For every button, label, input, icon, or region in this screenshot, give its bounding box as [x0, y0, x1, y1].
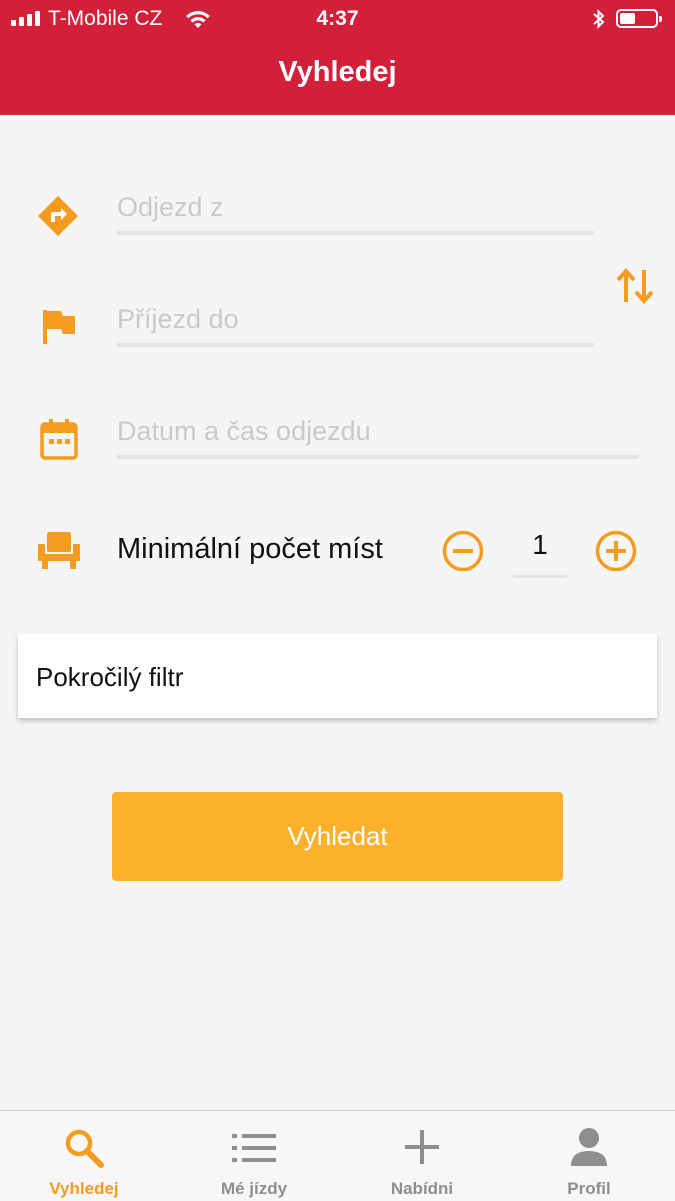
tab-bar: Vyhledej Mé jízdy Nabídni Profil — [0, 1110, 675, 1201]
datetime-field[interactable] — [117, 411, 639, 459]
seat-icon — [38, 532, 80, 569]
arrival-input[interactable] — [117, 299, 594, 339]
status-bar: T-Mobile CZ 4:37 — [0, 0, 675, 38]
datetime-input[interactable] — [117, 411, 639, 451]
tab-label: Vyhledej — [49, 1179, 119, 1198]
search-icon — [65, 1129, 104, 1168]
directions-icon — [38, 196, 78, 236]
advanced-filter-panel[interactable]: Pokročilý filtr — [18, 634, 657, 718]
tab-profile[interactable]: Profil — [514, 1111, 664, 1201]
plus-icon — [405, 1130, 439, 1164]
tab-label: Mé jízdy — [220, 1179, 288, 1198]
person-icon — [571, 1128, 607, 1166]
tab-offer[interactable]: Nabídni — [347, 1111, 497, 1201]
page-title: Vyhledej — [278, 56, 397, 88]
search-button[interactable]: Vyhledat — [112, 792, 563, 881]
departure-input[interactable] — [117, 187, 594, 227]
departure-field[interactable] — [117, 187, 594, 235]
header-bar: T-Mobile CZ 4:37 Vyhledej — [0, 0, 675, 115]
arrival-field[interactable] — [117, 299, 594, 347]
decrease-seats-button[interactable] — [442, 530, 484, 572]
min-seats-label: Minimální počet míst — [117, 533, 383, 565]
clock: 4:37 — [316, 7, 359, 30]
calendar-icon — [40, 419, 78, 460]
increase-seats-button[interactable] — [595, 530, 637, 572]
seats-count[interactable]: 1 — [513, 525, 567, 578]
bluetooth-icon — [593, 9, 605, 29]
advanced-filter-label: Pokročilý filtr — [36, 662, 184, 692]
tab-search[interactable]: Vyhledej — [9, 1111, 159, 1201]
battery-icon — [616, 9, 662, 28]
tab-label: Nabídni — [390, 1179, 454, 1198]
tab-my-rides[interactable]: Mé jízdy — [179, 1111, 329, 1201]
flag-icon — [43, 310, 75, 344]
swap-icon[interactable] — [614, 266, 656, 306]
tab-label: Profil — [567, 1179, 611, 1198]
list-icon — [232, 1134, 276, 1162]
